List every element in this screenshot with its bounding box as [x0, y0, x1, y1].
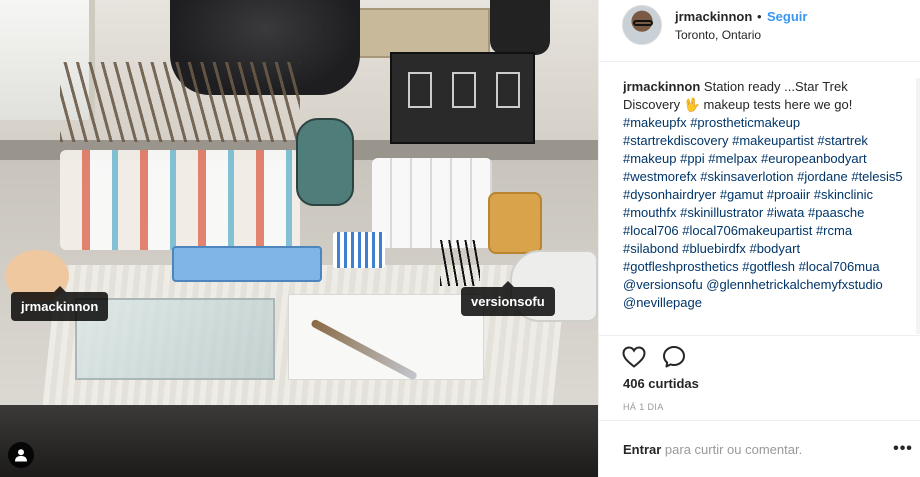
- post-header: jrmackinnon • Seguir Toronto, Ontario: [599, 0, 920, 62]
- photo-tag-jrmackinnon[interactable]: jrmackinnon: [11, 286, 109, 321]
- photo-candle: [488, 192, 542, 254]
- photo-bottles-right: [372, 158, 492, 248]
- comment-button[interactable]: [661, 344, 687, 370]
- photo-wires: [440, 240, 480, 286]
- photo-tag-versionsofu[interactable]: versionsofu: [461, 281, 555, 316]
- more-options-button[interactable]: •••: [893, 439, 913, 459]
- login-link[interactable]: Entrar: [623, 442, 661, 457]
- post-photo[interactable]: jrmackinnon versionsofu: [0, 0, 598, 477]
- login-prompt: Entrar para curtir ou comentar.: [623, 442, 802, 457]
- like-button[interactable]: [621, 344, 647, 370]
- photo-frankenstein-head: [296, 118, 354, 206]
- caption-hashtags[interactable]: #makeupfx #prostheticmakeup #startrekdis…: [623, 115, 903, 310]
- caption-username-link[interactable]: jrmackinnon: [623, 79, 700, 94]
- tagged-people-button[interactable]: [8, 442, 34, 468]
- photo-swabs: [333, 232, 385, 268]
- photo-palette: [172, 246, 322, 282]
- photo-boxes: [390, 52, 535, 144]
- username-link[interactable]: jrmackinnon: [675, 9, 752, 24]
- photo-paper: [288, 294, 484, 380]
- heart-icon: [622, 346, 646, 368]
- separator-dot: •: [757, 9, 762, 24]
- location-link[interactable]: Toronto, Ontario: [675, 28, 761, 42]
- caption-scrollbar[interactable]: [916, 78, 920, 334]
- post-timestamp[interactable]: HÁ 1 DIA: [623, 402, 664, 412]
- avatar[interactable]: [622, 5, 662, 45]
- post-actions: 406 curtidas HÁ 1 DIA: [599, 335, 920, 420]
- comment-bar: Entrar para curtir ou comentar. •••: [599, 420, 920, 477]
- photo-person-2: [490, 0, 550, 55]
- follow-button[interactable]: Seguir: [767, 9, 807, 24]
- comment-bubble-icon: [663, 346, 685, 368]
- caption: jrmackinnon Station ready ...Star Trek D…: [623, 78, 908, 334]
- photo-bottles: [60, 150, 300, 250]
- post-details-panel: jrmackinnon • Seguir Toronto, Ontario jr…: [598, 0, 920, 477]
- photo-table-front: [0, 405, 598, 477]
- photo-shelf: [340, 8, 490, 58]
- person-icon: [15, 449, 27, 462]
- photo-brushes: [60, 62, 300, 142]
- likes-count[interactable]: 406 curtidas: [623, 376, 699, 391]
- login-prompt-text: para curtir ou comentar.: [661, 442, 803, 457]
